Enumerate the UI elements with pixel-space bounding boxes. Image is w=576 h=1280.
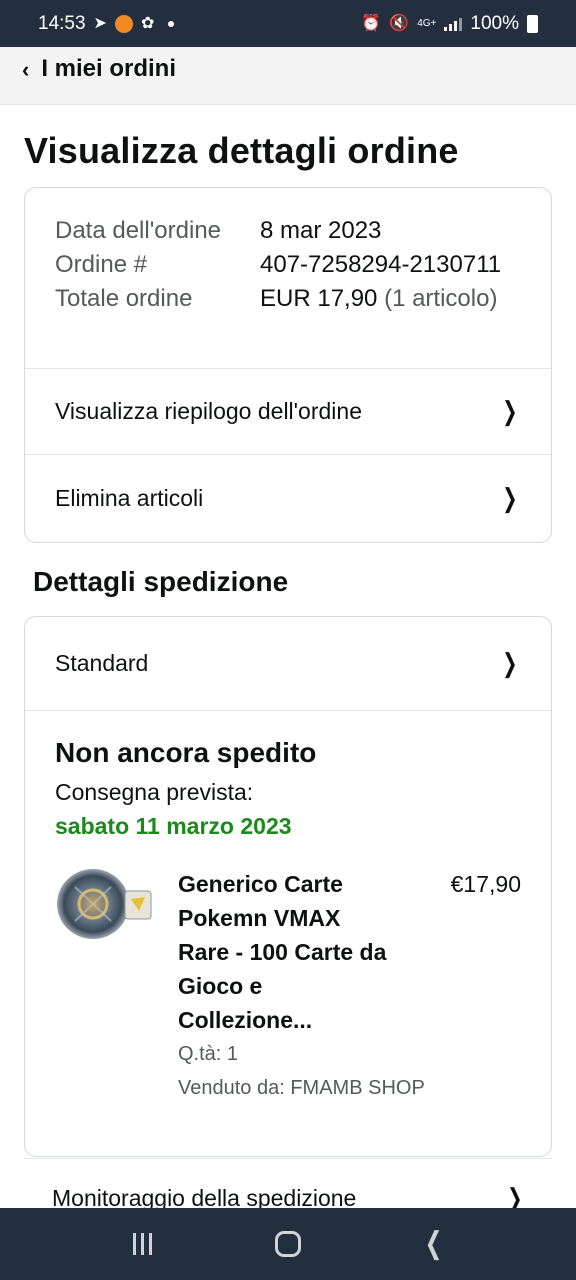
shipment-status: Non ancora spedito (55, 737, 317, 768)
back-link-label[interactable]: I miei ordini (41, 55, 176, 83)
chevron-right-icon: ❯ (502, 396, 518, 426)
recents-button[interactable] (113, 1214, 173, 1274)
mute-icon: 🔇 (389, 14, 410, 32)
order-date-row: Data dell'ordine 8 mar 2023 (55, 214, 521, 248)
expected-delivery-date: sabato 11 marzo 2023 (55, 813, 292, 839)
order-summary-label: Visualizza riepilogo dell'ordine (55, 398, 362, 424)
product-image-icon (57, 869, 152, 939)
shipping-method-label: Standard (55, 650, 149, 676)
item-title[interactable]: Generico Carte Pokemn VMAX Rare - 100 Ca… (178, 867, 393, 1037)
shipping-section-title: Dettagli spedizione (33, 566, 289, 597)
status-bar: 14:53 ➤ ✿ ⏰ 🔇 4G+ 100% (0, 0, 576, 47)
order-date-value: 8 mar 2023 (260, 217, 382, 244)
home-button[interactable] (258, 1214, 318, 1274)
item-price: €17,90 (450, 871, 521, 897)
back-nav[interactable]: ‹ I miei ordini (0, 47, 576, 105)
item-info: Generico Carte Pokemn VMAX Rare - 100 Ca… (178, 867, 425, 1105)
battery-icon (527, 14, 538, 33)
shipping-card: Standard ❯ Non ancora spedito Consegna p… (24, 616, 552, 1157)
chevron-right-icon: ❯ (502, 648, 518, 678)
expected-delivery-label: Consegna prevista: (55, 779, 254, 805)
clock: 14:53 (38, 12, 86, 34)
shipping-method-link[interactable]: Standard ❯ (25, 617, 551, 711)
system-back-button[interactable]: ❮ (403, 1214, 463, 1274)
item-quantity: Q.tà: 1 (178, 1043, 239, 1065)
item-seller: Venduto da: FMAMB SHOP (178, 1077, 425, 1099)
alarm-icon: ⏰ (361, 14, 382, 32)
order-item[interactable]: Generico Carte Pokemn VMAX Rare - 100 Ca… (55, 867, 521, 1105)
order-date-label: Data dell'ordine (55, 217, 222, 244)
product-thumbnail[interactable] (55, 867, 155, 947)
signal-icon (444, 17, 463, 31)
app-notification-icon (114, 14, 133, 33)
order-number-row: Ordine # 407-7258294-2130711 (55, 248, 521, 282)
order-info: Data dell'ordine 8 mar 2023 Ordine # 407… (25, 188, 551, 369)
shipment-details: Non ancora spedito Consegna prevista: sa… (25, 711, 551, 1105)
order-item-count: (1 articolo) (384, 285, 498, 312)
order-card: Data dell'ordine 8 mar 2023 Ordine # 407… (24, 187, 552, 543)
order-total-value: EUR 17,90 (260, 285, 378, 312)
delete-items-link[interactable]: Elimina articoli ❯ (25, 455, 551, 541)
recents-icon (133, 1233, 153, 1255)
home-icon (274, 1231, 301, 1257)
battery-percent: 100% (470, 12, 519, 34)
telegram-icon: ➤ (93, 14, 107, 32)
bug-icon: ✿ (140, 14, 155, 32)
chevron-right-icon: ❯ (502, 482, 518, 513)
page-title: Visualizza dettagli ordine (24, 130, 459, 171)
more-notifications-icon (168, 20, 175, 27)
network-type-icon: 4G+ (417, 17, 437, 29)
delete-items-label: Elimina articoli (55, 484, 204, 511)
back-icon: ❮ (424, 1227, 443, 1260)
system-nav-bar: ❮ (0, 1208, 576, 1280)
order-summary-link[interactable]: Visualizza riepilogo dell'ordine ❯ (25, 369, 551, 455)
order-number-value: 407-7258294-2130711 (260, 251, 502, 278)
status-left: 14:53 ➤ ✿ (38, 12, 175, 35)
chevron-left-icon: ‹ (22, 56, 30, 82)
order-total-value-wrap: EUR 17,90 (1 articolo) (260, 282, 518, 316)
status-right: ⏰ 🔇 4G+ 100% (361, 13, 538, 35)
order-total-label: Totale ordine (55, 285, 193, 312)
order-number-label: Ordine # (55, 251, 148, 278)
order-total-row: Totale ordine EUR 17,90 (1 articolo) (55, 282, 521, 316)
